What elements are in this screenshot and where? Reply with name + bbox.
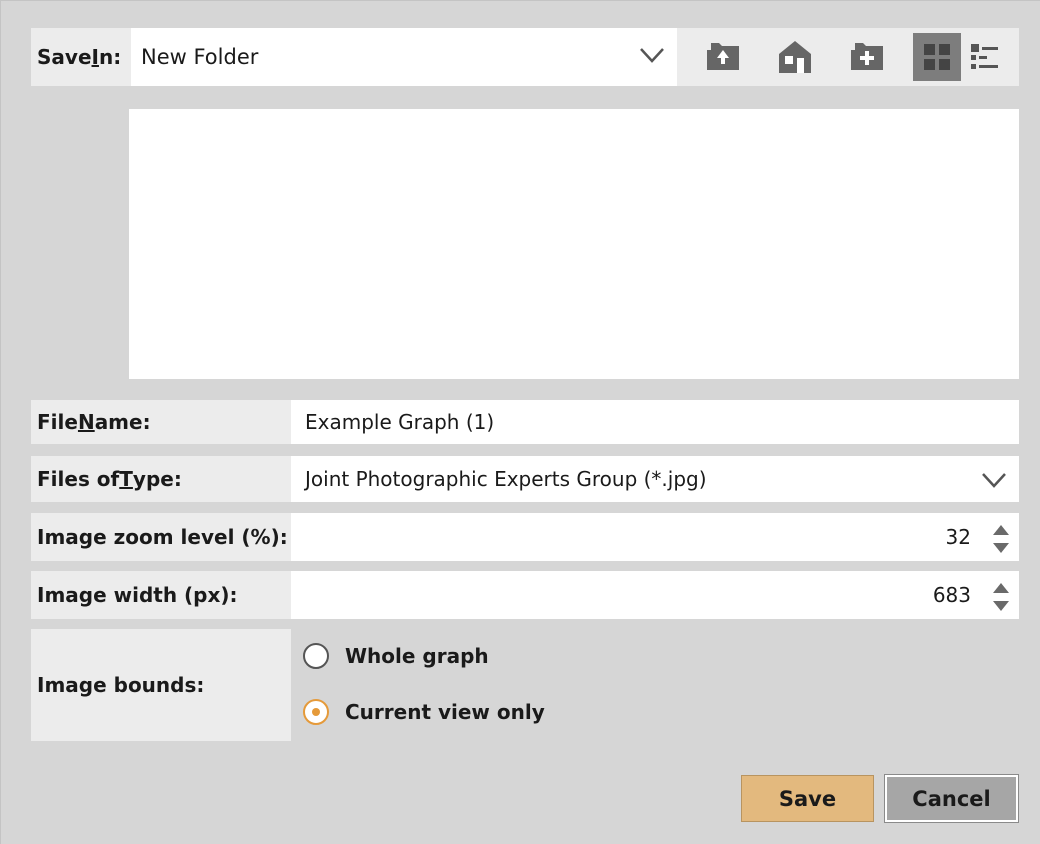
- spin-up-icon[interactable]: [993, 525, 1009, 535]
- radio-unchecked-icon[interactable]: [303, 643, 329, 669]
- zoom-spinner-arrows[interactable]: [993, 525, 1009, 553]
- width-spinner-arrows[interactable]: [993, 583, 1009, 611]
- radio-current-view[interactable]: Current view only: [303, 699, 545, 725]
- up-folder-button[interactable]: [699, 33, 747, 81]
- save-in-label: Save In:: [31, 28, 131, 86]
- spin-down-icon[interactable]: [993, 543, 1009, 553]
- files-of-type-label: Files of Type:: [31, 456, 291, 502]
- image-width-label: Image width (px):: [31, 571, 291, 619]
- list-view-button[interactable]: [961, 33, 1009, 81]
- radio-whole-graph[interactable]: Whole graph: [303, 643, 489, 669]
- cancel-button[interactable]: Cancel: [884, 774, 1019, 823]
- zoom-level-spinner[interactable]: 32: [291, 513, 1019, 561]
- file-name-label: File Name:: [31, 400, 291, 444]
- spin-up-icon[interactable]: [993, 583, 1009, 593]
- image-bounds-label: Image bounds:: [31, 629, 291, 741]
- save-dialog: Save In: New Folder File N ame: Example …: [0, 0, 1040, 844]
- image-width-value: 683: [932, 583, 971, 607]
- file-name-input[interactable]: Example Graph (1): [291, 400, 1019, 444]
- chevron-down-icon: [639, 45, 665, 69]
- zoom-level-value: 32: [945, 525, 971, 549]
- home-button[interactable]: [771, 33, 819, 81]
- radio-checked-icon[interactable]: [303, 699, 329, 725]
- up-folder-icon: [707, 43, 739, 70]
- current-view-label: Current view only: [345, 700, 545, 724]
- whole-graph-label: Whole graph: [345, 644, 489, 668]
- zoom-level-label: Image zoom level (%):: [31, 513, 291, 561]
- new-folder-button[interactable]: [843, 33, 891, 81]
- grid-view-button[interactable]: [913, 33, 961, 81]
- save-in-dropdown[interactable]: New Folder: [131, 28, 677, 86]
- new-folder-icon: [851, 43, 883, 70]
- files-of-type-dropdown[interactable]: Joint Photographic Experts Group (*.jpg): [291, 456, 1019, 502]
- save-in-value: New Folder: [141, 45, 259, 69]
- file-name-value: Example Graph (1): [305, 410, 495, 434]
- file-browser-pane[interactable]: [129, 109, 1019, 379]
- save-button[interactable]: Save: [741, 775, 874, 822]
- chevron-down-icon: [981, 470, 1007, 494]
- spin-down-icon[interactable]: [993, 601, 1009, 611]
- files-of-type-value: Joint Photographic Experts Group (*.jpg): [305, 467, 707, 491]
- toolbar: [677, 28, 1019, 86]
- image-width-spinner[interactable]: 683: [291, 571, 1019, 619]
- home-icon: [779, 41, 811, 73]
- grid-view-icon: [924, 44, 950, 70]
- list-view-icon: [971, 44, 998, 69]
